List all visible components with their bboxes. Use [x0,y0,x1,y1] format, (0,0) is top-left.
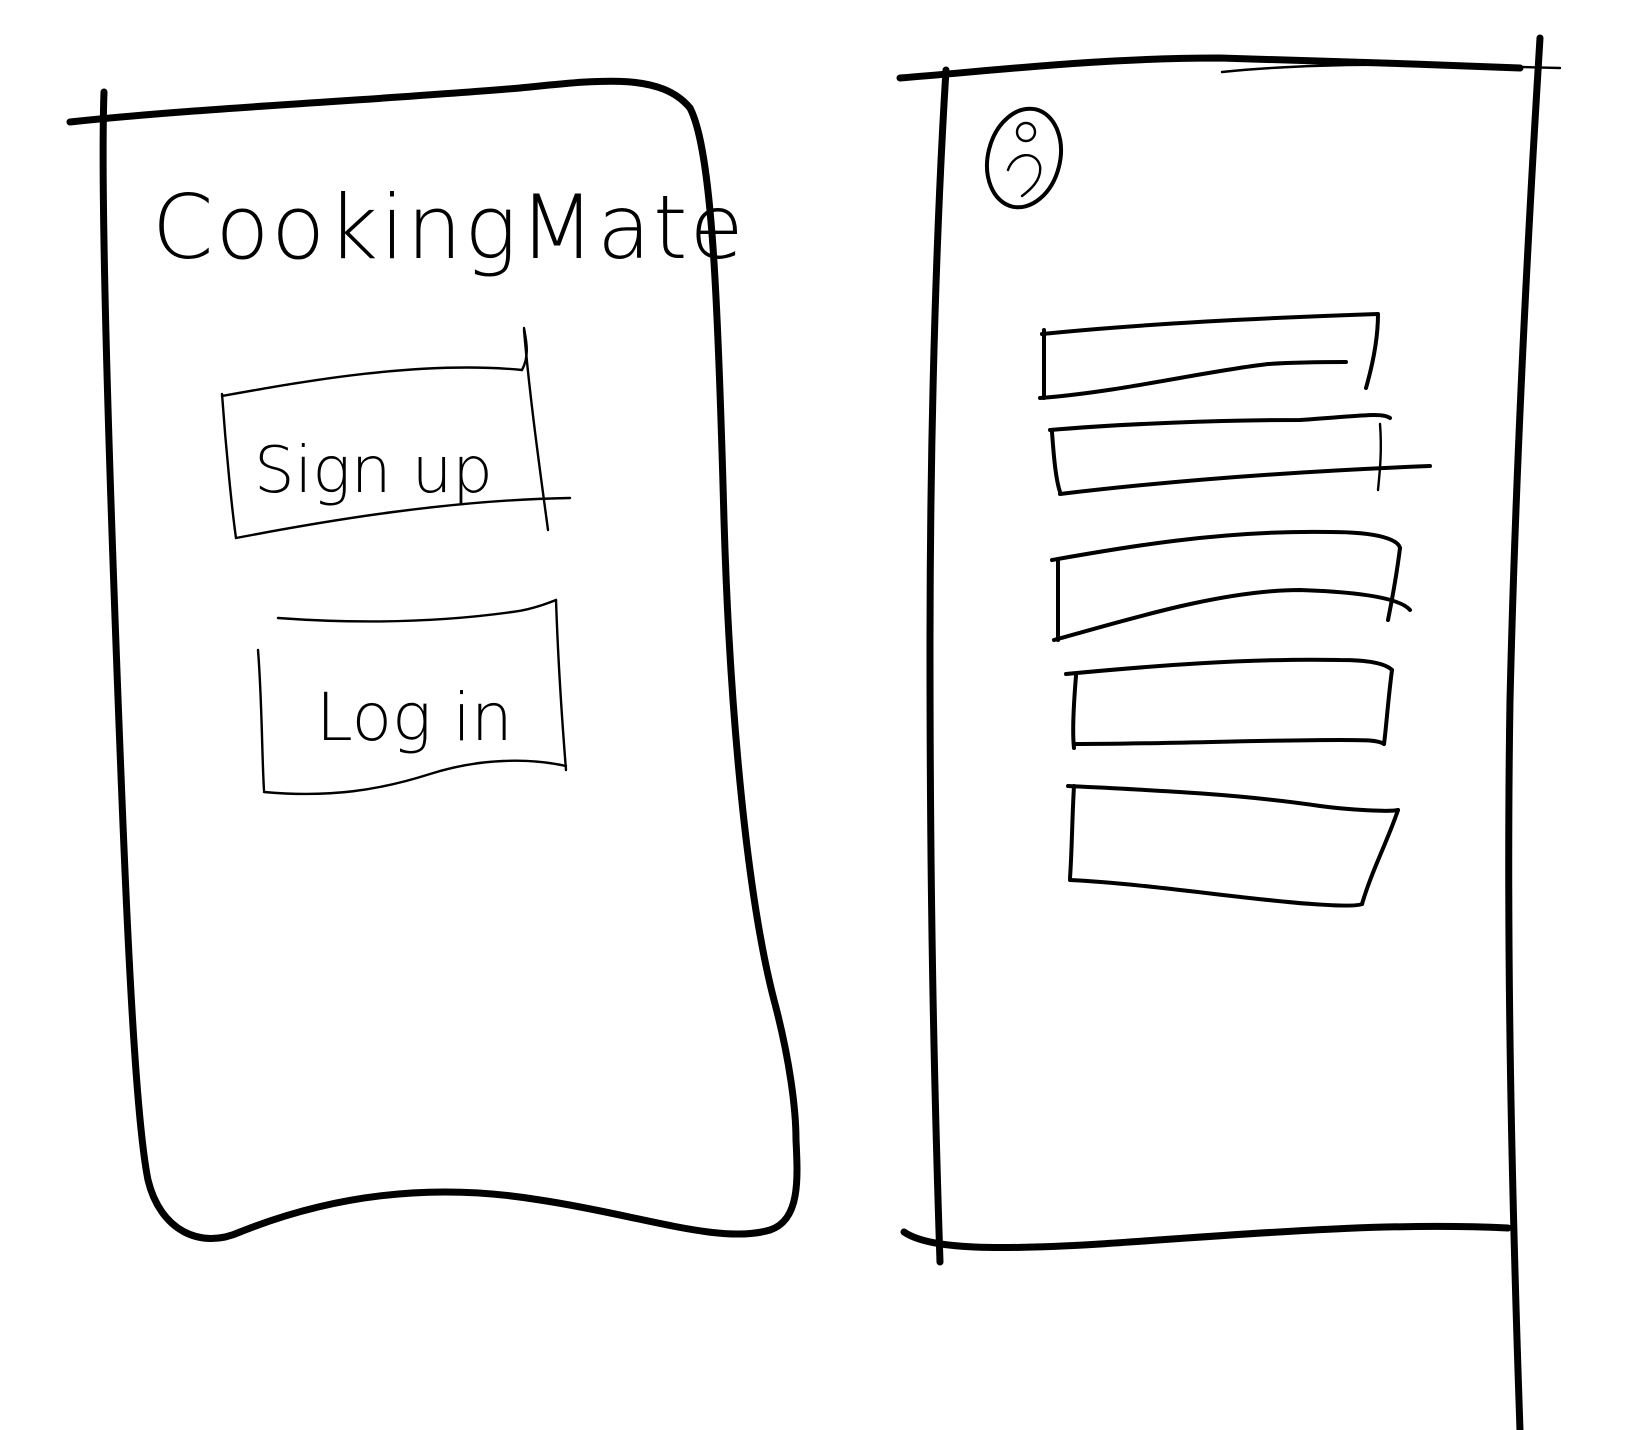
list-item[interactable] [1066,784,1400,908]
log-in-label: Log in [316,679,513,756]
user-avatar-icon[interactable] [977,101,1071,215]
list-screen-frame [896,34,1562,1430]
log-in-button[interactable]: Log in [256,598,568,796]
app-title: CookingMate [152,176,746,279]
sign-up-button[interactable]: Sign up [220,326,572,540]
sketch-svg: CookingMate Sign up Log in [66,34,1562,1430]
sign-up-label: Sign up [254,434,493,508]
list-item[interactable] [1064,657,1394,750]
sketch-canvas: CookingMate Sign up Log in [0,0,1652,1430]
list-item[interactable] [1050,529,1412,642]
list-item[interactable] [1038,312,1380,400]
list-item[interactable] [1048,412,1432,496]
